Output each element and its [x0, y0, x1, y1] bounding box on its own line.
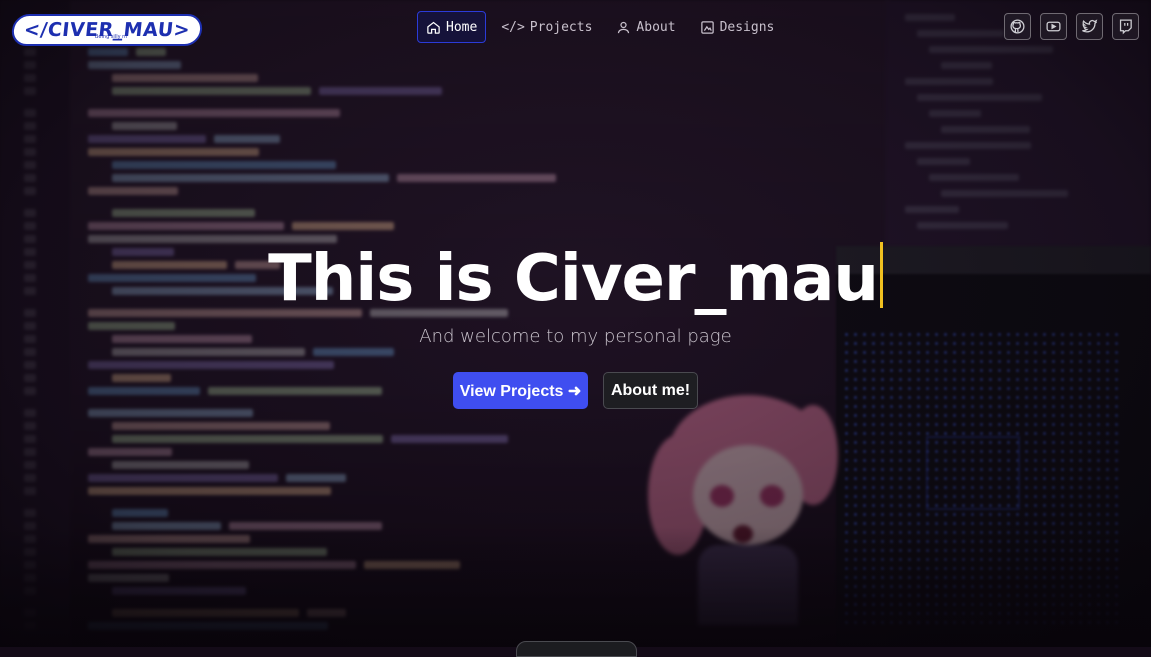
twitter-icon	[1082, 19, 1098, 33]
nav-item-designs[interactable]: Designs	[691, 11, 784, 43]
site-logo[interactable]: </CIVER_MAU>	[10, 14, 204, 46]
twitch-button[interactable]	[1112, 13, 1139, 40]
social-links	[1004, 13, 1139, 40]
logo-tagline: Being silly rn	[95, 34, 128, 40]
user-icon	[618, 21, 630, 33]
code-icon: </>	[501, 19, 525, 35]
hero-title: This is Civer_mau	[0, 240, 1151, 318]
background	[0, 0, 1151, 647]
youtube-icon	[1046, 21, 1061, 32]
nav-label-about: About	[636, 19, 676, 35]
main-nav: Home </> Projects About Designs	[417, 11, 783, 43]
scroll-indicator[interactable]	[516, 641, 637, 657]
nav-item-projects[interactable]: </> Projects	[492, 11, 601, 43]
nav-label-projects: Projects	[529, 19, 593, 35]
github-button[interactable]	[1004, 13, 1031, 40]
bottom-fade-overlay	[0, 527, 1151, 647]
youtube-button[interactable]	[1040, 13, 1067, 40]
twitter-button[interactable]	[1076, 13, 1103, 40]
nav-item-home[interactable]: Home	[417, 11, 487, 43]
nav-item-about[interactable]: About	[607, 11, 684, 43]
home-icon	[427, 21, 440, 34]
view-projects-button[interactable]: View Projects ➜	[453, 372, 588, 409]
nav-label-designs: Designs	[719, 19, 775, 35]
palette-icon	[700, 20, 714, 34]
github-icon	[1010, 19, 1025, 34]
twitch-icon	[1119, 19, 1132, 35]
hero-subtitle: And welcome to my personal page	[419, 326, 732, 347]
typing-caret	[879, 242, 883, 308]
hero-title-text: This is Civer_mau	[268, 242, 879, 316]
nav-label-home: Home	[446, 19, 478, 35]
about-me-button[interactable]: About me!	[603, 372, 698, 409]
